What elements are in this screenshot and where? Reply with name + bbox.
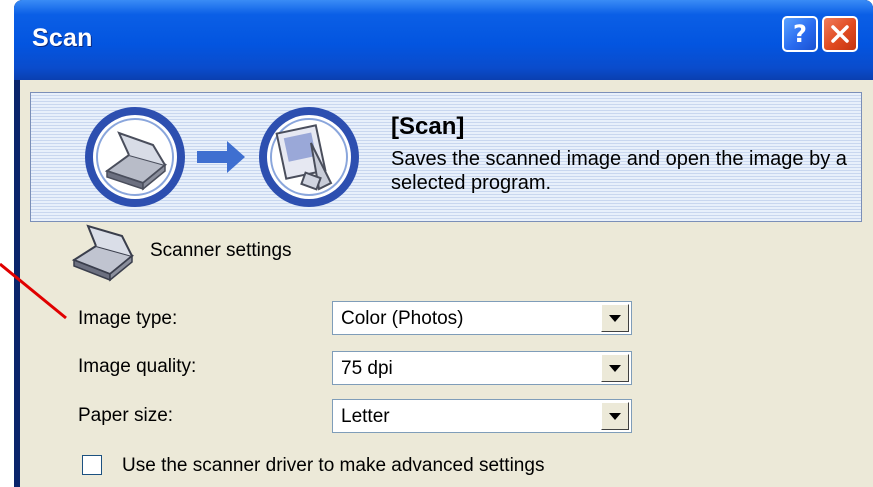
- help-icon: ?: [793, 20, 807, 48]
- help-button[interactable]: ?: [782, 16, 818, 52]
- chevron-down-icon[interactable]: [601, 304, 629, 332]
- chevron-down-icon[interactable]: [601, 402, 629, 430]
- arrow-right-icon: [197, 141, 245, 173]
- image-type-label: Image type:: [78, 308, 178, 329]
- scan-dialog: Scan ? [Scan] Saves the scanned image an…: [14, 0, 873, 487]
- window-title: Scan: [32, 24, 93, 52]
- scan-banner: [Scan] Saves the scanned image and open …: [30, 92, 862, 222]
- banner-graphics: [85, 107, 359, 207]
- chevron-down-icon[interactable]: [601, 354, 629, 382]
- banner-description: Saves the scanned image and open the ima…: [391, 148, 847, 194]
- dialog-body: [Scan] Saves the scanned image and open …: [20, 80, 873, 487]
- scanner-settings-label: Scanner settings: [150, 240, 292, 261]
- image-quality-value: 75 dpi: [341, 358, 393, 379]
- scanner-circle-icon: [85, 107, 185, 207]
- image-type-value: Color (Photos): [341, 308, 464, 329]
- close-button[interactable]: [822, 16, 858, 52]
- image-program-circle-icon: [259, 107, 359, 207]
- advanced-settings-label[interactable]: Use the scanner driver to make advanced …: [122, 455, 544, 477]
- paper-size-select[interactable]: Letter: [332, 399, 632, 433]
- scanner-icon: [71, 224, 135, 282]
- close-icon: [831, 25, 849, 43]
- title-bar[interactable]: Scan ?: [14, 0, 873, 80]
- image-quality-select[interactable]: 75 dpi: [332, 351, 632, 385]
- image-type-select[interactable]: Color (Photos): [332, 301, 632, 335]
- paper-size-value: Letter: [341, 406, 390, 427]
- advanced-settings-checkbox[interactable]: [82, 455, 102, 475]
- image-quality-label: Image quality:: [78, 356, 197, 377]
- paper-size-label: Paper size:: [78, 405, 174, 426]
- banner-title: [Scan]: [391, 113, 465, 140]
